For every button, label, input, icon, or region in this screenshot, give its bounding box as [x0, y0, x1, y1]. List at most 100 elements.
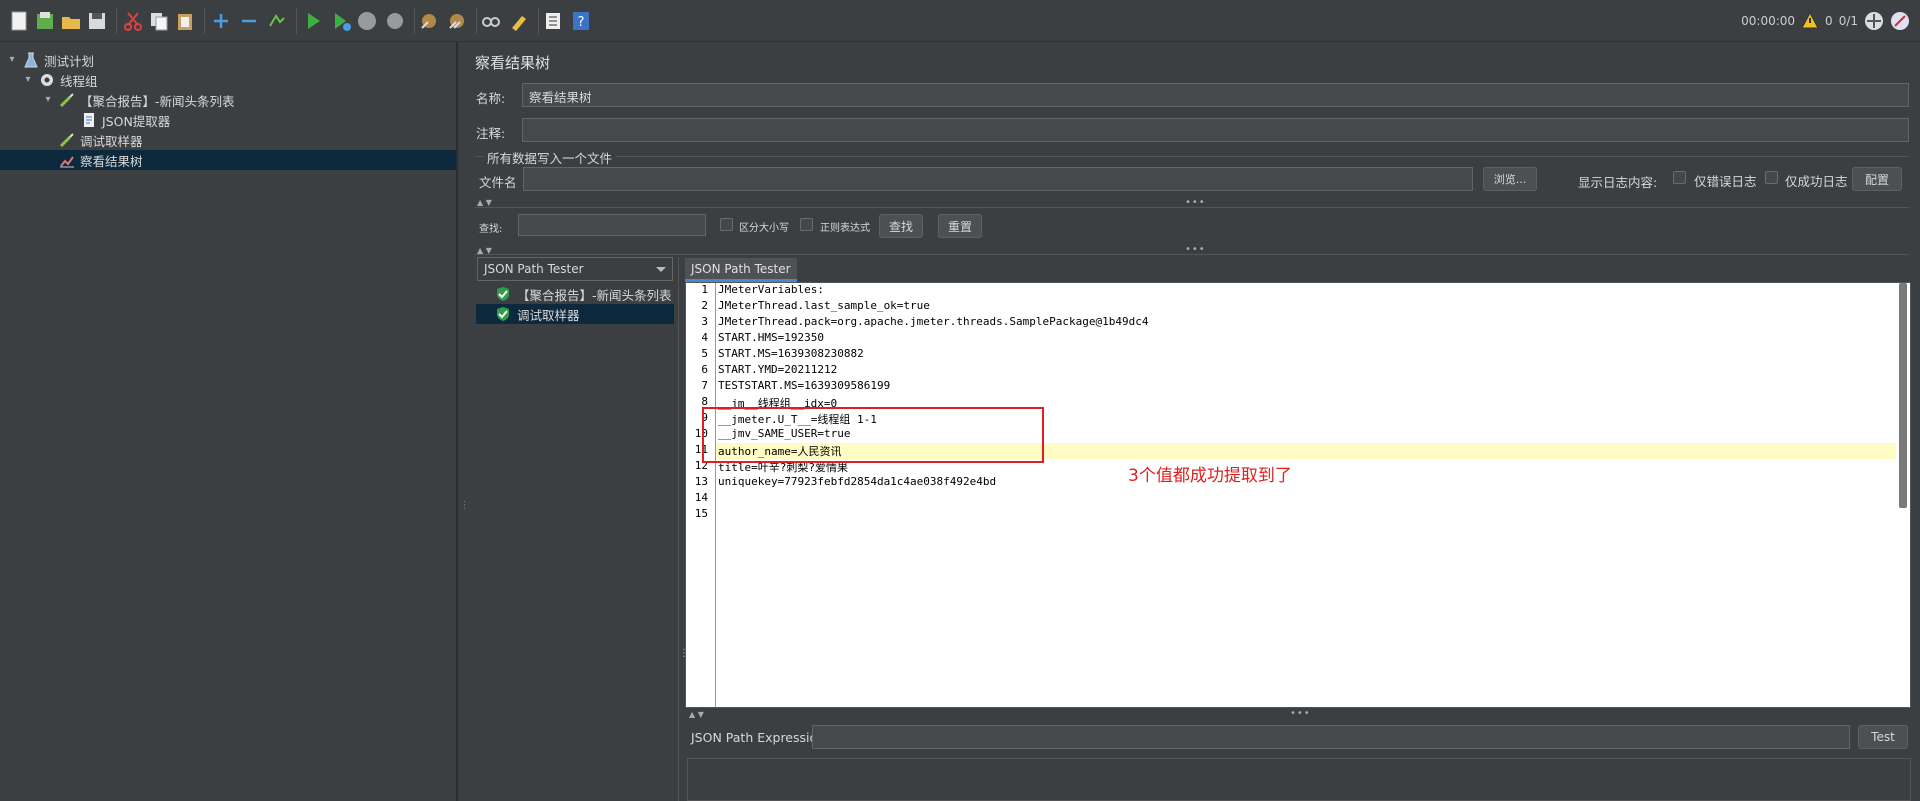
stop-icon[interactable]: [356, 10, 378, 32]
result-item-label: 【聚合报告】-新闻头条列表: [517, 287, 672, 303]
line-number: 3: [701, 315, 708, 328]
success-only-label: 仅成功日志: [1785, 174, 1848, 189]
search-icon[interactable]: [480, 10, 502, 32]
tree-item-http-sampler[interactable]: ▾ 【聚合报告】-新闻头条列表: [42, 90, 235, 110]
paste-icon[interactable]: [174, 10, 196, 32]
cut-icon[interactable]: [122, 10, 144, 32]
test-button[interactable]: Test: [1858, 725, 1908, 749]
clear-all-icon[interactable]: [446, 10, 468, 32]
success-shield-icon: [497, 307, 509, 321]
collapse-chevron-icon[interactable]: ▾: [42, 94, 54, 106]
start-icon[interactable]: [302, 10, 324, 32]
remote-stop-icon[interactable]: [1890, 11, 1910, 31]
response-editor[interactable]: 1 2 3 4 5 6 7 8 9 10 11 12 13 14 15 JMet…: [685, 282, 1911, 708]
function-helper-icon[interactable]: [542, 10, 564, 32]
collapse-chevron-icon[interactable]: ▾: [22, 74, 34, 86]
collapse-icon[interactable]: [238, 10, 260, 32]
tree-item-view-results-tree[interactable]: 察看结果树: [0, 150, 456, 170]
collapse-arrows-icon[interactable]: ▲ ▼: [477, 198, 492, 207]
help-icon[interactable]: ?: [570, 10, 592, 32]
annotation-highlight-box: [702, 407, 1044, 463]
tree-item-debug-sampler[interactable]: 调试取样器: [58, 130, 143, 150]
tab-json-path-tester[interactable]: JSON Path Tester: [685, 258, 797, 282]
collapse-chevron-icon[interactable]: ▾: [6, 54, 18, 66]
remote-start-icon[interactable]: [1864, 11, 1884, 31]
tree-item-label: 测试计划: [44, 53, 95, 69]
renderer-select[interactable]: JSON Path Tester: [477, 257, 673, 281]
expand-icon[interactable]: [210, 10, 232, 32]
result-item-debug-sampler[interactable]: 调试取样器: [476, 304, 674, 324]
tree-item-label: 【聚合报告】-新闻头条列表: [80, 93, 235, 109]
view-results-tree-panel: 察看结果树 名称: 察看结果树 注释: 所有数据写入一个文件 文件名 浏览...…: [465, 42, 1920, 801]
success-shield-icon: [497, 287, 509, 301]
code-line: JMeterVariables:: [718, 283, 824, 296]
comment-label: 注释:: [476, 126, 506, 141]
collapse-arrows-icon[interactable]: ▲ ▼: [689, 710, 704, 719]
pipette-icon: [58, 91, 76, 109]
code-lines: JMeterVariables: JMeterThread.last_sampl…: [716, 283, 1896, 707]
tree-item-json-extractor[interactable]: JSON提取器: [80, 110, 170, 130]
result-item-http-sampler[interactable]: 【聚合报告】-新闻头条列表: [495, 284, 672, 304]
reset-button[interactable]: 重置: [938, 214, 982, 238]
open-icon[interactable]: [60, 10, 82, 32]
name-label: 名称:: [476, 91, 506, 106]
line-number: 4: [701, 331, 708, 344]
tree-item-label: JSON提取器: [102, 113, 171, 129]
elapsed-time: 00:00:00: [1741, 14, 1796, 28]
case-sensitive-checkbox[interactable]: [720, 218, 733, 231]
tree-item-thread-group[interactable]: ▾ 线程组: [22, 70, 98, 90]
chevron-down-icon: [656, 267, 666, 272]
errors-only-checkbox[interactable]: [1673, 171, 1686, 184]
line-number: 2: [701, 299, 708, 312]
file-section-title: 所有数据写入一个文件: [483, 148, 617, 167]
line-number: 1: [701, 283, 708, 296]
new-icon[interactable]: [8, 10, 30, 32]
search-input[interactable]: [518, 214, 706, 236]
json-path-expression-label: JSON Path Expression: [691, 730, 826, 745]
regex-checkbox[interactable]: [800, 218, 813, 231]
line-number: 14: [694, 491, 708, 504]
annotation-text: 3个值都成功提取到了: [1128, 466, 1292, 486]
test-plan-icon: [22, 51, 40, 69]
warning-count: 0: [1825, 14, 1833, 28]
toggle-icon[interactable]: [266, 10, 288, 32]
find-button[interactable]: 查找: [879, 214, 923, 238]
save-icon[interactable]: [86, 10, 108, 32]
filename-input[interactable]: [523, 167, 1473, 191]
split-pane-divider[interactable]: ⋮: [457, 42, 470, 801]
tree-item-label: 察看结果树: [80, 153, 143, 169]
tree-item-label: 线程组: [60, 73, 98, 89]
inner-divider[interactable]: [678, 257, 679, 801]
configure-button[interactable]: 配置: [1852, 167, 1902, 191]
comment-input[interactable]: [522, 118, 1909, 142]
name-input[interactable]: 察看结果树: [522, 83, 1909, 107]
shutdown-icon[interactable]: [384, 10, 406, 32]
tree-item-test-plan[interactable]: ▾ 测试计划: [6, 50, 94, 70]
reset-search-icon[interactable]: [508, 10, 530, 32]
clear-icon[interactable]: [418, 10, 440, 32]
vertical-scrollbar[interactable]: [1896, 283, 1910, 707]
errors-only-label: 仅错误日志: [1694, 174, 1757, 189]
success-only-checkbox[interactable]: [1765, 171, 1778, 184]
code-line: JMeterThread.last_sample_ok=true: [718, 299, 930, 312]
renderer-select-value: JSON Path Tester: [484, 262, 584, 276]
warning-icon[interactable]: [1801, 12, 1819, 30]
file-section-border: [475, 156, 1909, 157]
browse-button[interactable]: 浏览...: [1483, 167, 1537, 191]
log-content-label: 显示日志内容:: [1578, 175, 1658, 190]
test-plan-tree: ▾ 测试计划 ▾ 线程组 ▾ 【聚合报告】-新闻头条列表 JSON提取器 调试取…: [0, 42, 457, 801]
code-line: START.MS=1639308230882: [718, 347, 864, 360]
line-number: 7: [701, 379, 708, 392]
scrollbar-thumb[interactable]: [1899, 283, 1907, 508]
line-number: 15: [694, 507, 708, 520]
templates-icon[interactable]: [34, 10, 56, 32]
copy-icon[interactable]: [148, 10, 170, 32]
splitter-dots-icon[interactable]: •••: [1290, 708, 1311, 719]
regex-label: 正则表达式: [820, 223, 870, 234]
json-path-expression-input[interactable]: [812, 725, 1850, 749]
start-no-pauses-icon[interactable]: [330, 10, 352, 32]
line-number: 13: [694, 475, 708, 488]
expression-result-area[interactable]: [687, 758, 1911, 801]
pipette-icon: [58, 131, 76, 149]
result-item-label: 调试取样器: [517, 307, 580, 323]
